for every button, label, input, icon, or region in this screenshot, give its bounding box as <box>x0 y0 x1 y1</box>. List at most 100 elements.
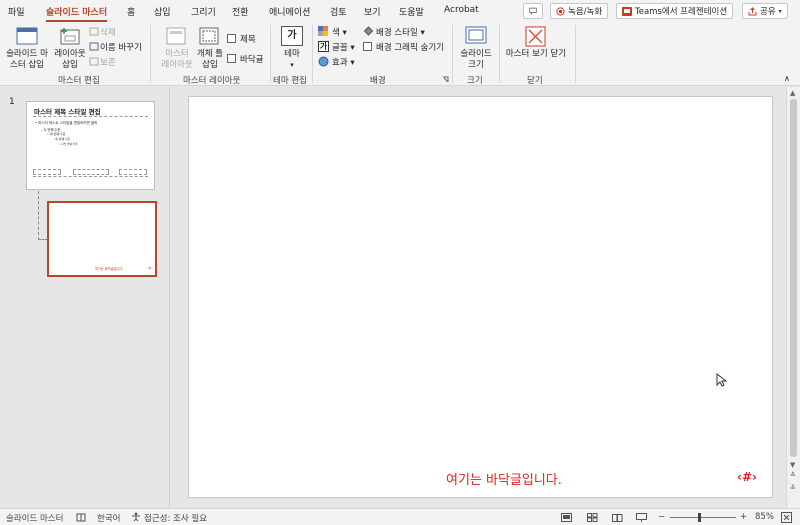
insert-slide-master-icon <box>16 27 38 45</box>
tab-transitions[interactable]: 전환 <box>232 5 249 18</box>
rename-button[interactable]: 이름 바꾸기 <box>100 41 142 53</box>
zoom-slider-thumb[interactable] <box>698 513 701 522</box>
preserve-icon <box>89 57 99 66</box>
delete-icon <box>89 27 99 36</box>
insert-placeholder-button[interactable]: 개체 틀 삽입 <box>193 49 227 71</box>
status-language[interactable]: 한국어 <box>97 512 120 524</box>
zoom-level[interactable]: 85% <box>755 512 774 522</box>
group-divider <box>150 25 151 83</box>
background-styles-button[interactable]: 배경 스타일 ▾ <box>376 26 425 38</box>
record-button[interactable]: 녹음/녹화 <box>550 3 609 19</box>
background-styles-label: 배경 스타일 <box>376 28 418 38</box>
accessibility-icon <box>132 512 140 522</box>
close-master-view-icon <box>525 26 546 47</box>
preserve-button[interactable]: 보존 <box>100 56 116 68</box>
background-styles-icon <box>363 26 374 36</box>
collapse-ribbon-icon[interactable]: ∧ <box>784 74 790 83</box>
comments-button[interactable] <box>523 3 543 19</box>
normal-view-icon[interactable] <box>561 513 572 522</box>
scroll-thumb[interactable] <box>790 99 797 457</box>
tab-file[interactable]: 파일 <box>8 5 25 18</box>
title-checkbox[interactable] <box>227 34 236 43</box>
slide-number: 1 <box>9 97 15 107</box>
layout-connector-line <box>38 191 39 240</box>
insert-slide-master-button[interactable]: 슬라이드 마 스터 삽입 <box>4 49 50 71</box>
footer-checkbox[interactable] <box>227 54 236 63</box>
layout-thumb-footer: 여기는 바닥글입니다. <box>95 267 124 271</box>
thumb-date-placeholder <box>33 169 61 175</box>
slide-layout-editor[interactable]: 여기는 바닥글입니다. ‹#› <box>188 96 773 498</box>
teams-label: Teams에서 프레젠테이션 <box>635 7 728 17</box>
thumb-level5: » 다섯 번째 수준 <box>59 143 78 146</box>
master-slide-thumbnail[interactable]: 마스터 제목 스타일 편집 • 마스터 텍스트 스타일을 편집하려면 클릭 – … <box>26 101 155 190</box>
hide-background-graphics-checkbox[interactable] <box>363 42 372 51</box>
colors-icon <box>318 26 328 36</box>
thumb-body-text: • 마스터 텍스트 스타일을 편집하려면 클릭 <box>35 121 98 125</box>
share-icon <box>748 6 757 15</box>
tab-view[interactable]: 보기 <box>364 5 381 18</box>
fonts-icon: 가 <box>318 41 329 52</box>
title-checkbox-label: 제목 <box>240 35 256 45</box>
group-label-master-edit: 마스터 편집 <box>58 76 100 86</box>
slide-show-icon[interactable] <box>636 513 647 522</box>
group-divider <box>499 25 500 83</box>
slide-sorter-icon[interactable] <box>587 513 598 522</box>
group-label-size: 크기 <box>467 76 483 86</box>
effects-button[interactable]: 효과 ▾ <box>332 56 355 68</box>
previous-slide-icon[interactable]: ≛ <box>790 472 796 479</box>
fonts-button[interactable]: 글꼴 ▾ <box>332 41 355 53</box>
layout-slide-thumbnail[interactable]: 여기는 바닥글입니다. ‹#› <box>47 201 157 277</box>
vertical-scrollbar[interactable]: ▲ ▼ ≛ ≚ <box>786 87 800 508</box>
hide-background-graphics-label: 배경 그래픽 숨기기 <box>376 43 444 53</box>
colors-button[interactable]: 색 ▾ <box>332 26 347 38</box>
thumb-divider <box>33 176 148 177</box>
thumb-level3: • 세 번째 수준 <box>47 132 66 136</box>
dialog-launcher-icon[interactable] <box>442 76 449 83</box>
scroll-up-icon[interactable]: ▲ <box>790 89 795 97</box>
zoom-slider[interactable] <box>670 517 736 518</box>
tab-slide-master[interactable]: 슬라이드 마스터 <box>46 5 108 22</box>
fit-to-window-icon[interactable] <box>781 512 792 523</box>
zoom-out-icon[interactable]: − <box>658 512 665 522</box>
group-divider <box>575 25 576 83</box>
close-master-view-button[interactable]: 마스터 보기 닫기 <box>503 49 569 60</box>
tab-draw[interactable]: 그리기 <box>191 5 216 18</box>
tab-acrobat[interactable]: Acrobat <box>444 5 479 15</box>
thumb-title: 마스터 제목 스타일 편집 <box>34 108 101 116</box>
layout-thumb-number: ‹#› <box>147 266 153 270</box>
theme-icon: 가 <box>281 26 303 46</box>
slide-size-button[interactable]: 슬라이드 크기 <box>456 49 496 71</box>
insert-layout-button[interactable]: 레이아웃 삽입 <box>50 49 90 71</box>
reading-view-icon[interactable] <box>612 513 623 522</box>
ribbon: 슬라이드 마 스터 삽입 레이아웃 삽입 삭제 이름 바꾸기 보존 마스터 편집 마… <box>0 22 800 86</box>
thumb-level4: – 네 번째 수준 <box>53 137 70 141</box>
themes-label: 테마 <box>284 49 300 59</box>
group-divider <box>452 25 453 83</box>
share-button[interactable]: 공유 ▾ <box>742 3 788 19</box>
thumb-number-placeholder <box>119 169 147 175</box>
tab-review[interactable]: 검토 <box>330 5 347 18</box>
tab-insert[interactable]: 삽입 <box>154 5 171 18</box>
footer-placeholder-text[interactable]: 여기는 바닥글입니다. <box>446 469 562 488</box>
spell-check-icon[interactable] <box>76 513 86 522</box>
status-accessibility[interactable]: 접근성: 조사 필요 <box>144 512 207 524</box>
scroll-down-icon[interactable]: ▼ <box>790 461 795 469</box>
chevron-down-icon: ▾ <box>778 7 782 15</box>
present-in-teams-button[interactable]: Teams에서 프레젠테이션 <box>616 3 734 19</box>
rename-icon <box>89 42 99 51</box>
tab-help[interactable]: 도움말 <box>399 5 424 18</box>
next-slide-icon[interactable]: ≚ <box>790 485 796 492</box>
status-bar: 슬라이드 마스터 한국어 접근성: 조사 필요 − + 85% <box>0 508 800 525</box>
delete-button[interactable]: 삭제 <box>100 26 116 38</box>
group-label-background: 배경 <box>370 76 386 86</box>
thumb-divider <box>33 116 148 117</box>
tab-animations[interactable]: 애니메이션 <box>269 5 310 18</box>
tab-home[interactable]: 홈 <box>127 5 135 18</box>
zoom-in-icon[interactable]: + <box>740 512 747 522</box>
themes-button[interactable]: 테마 ▾ <box>279 49 305 71</box>
master-layout-icon <box>166 27 186 45</box>
colors-label: 색 <box>332 28 340 38</box>
master-layout-button[interactable]: 마스터 레이아웃 <box>158 49 196 71</box>
record-label: 녹음/녹화 <box>568 7 603 17</box>
slide-number-placeholder[interactable]: ‹#› <box>737 470 757 484</box>
